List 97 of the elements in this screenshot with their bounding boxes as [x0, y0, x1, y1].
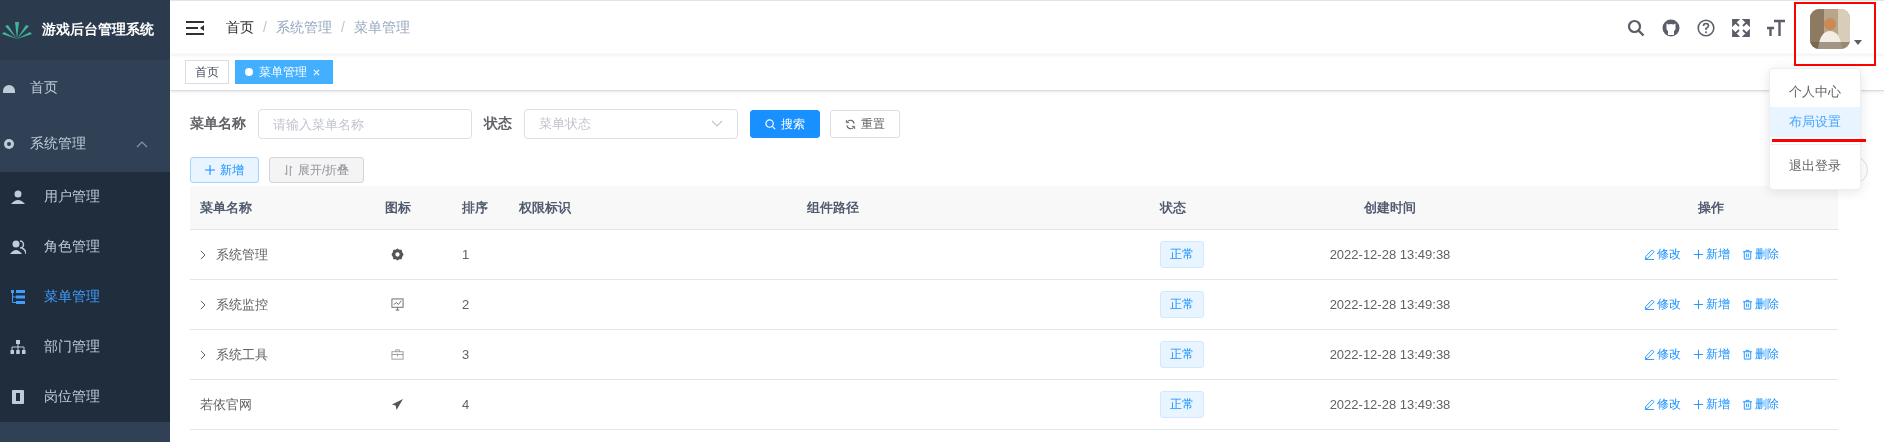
- expand-collapse-button[interactable]: 展开/折叠: [269, 157, 365, 183]
- search-icon: [765, 118, 776, 130]
- monitor-icon: [391, 298, 404, 311]
- add-link[interactable]: 新增: [1692, 396, 1730, 413]
- breadcrumb-separator: /: [340, 18, 345, 37]
- input-field[interactable]: 请输入菜单名称: [258, 109, 472, 139]
- menu-item[interactable]: 岗位管理: [0, 372, 170, 422]
- page-tab[interactable]: 首页: [185, 60, 229, 84]
- dropdown-item[interactable]: 退出登录: [1770, 144, 1860, 181]
- plus-icon: [1692, 399, 1704, 410]
- gear-icon: [391, 248, 404, 261]
- trash-icon: [1741, 249, 1753, 260]
- add-link[interactable]: 新增: [1692, 296, 1730, 313]
- search-button[interactable]: 搜索: [750, 110, 820, 138]
- menu-icon[interactable]: [186, 20, 204, 35]
- table-cell: 系统工具: [216, 345, 268, 364]
- column-header: 权限标识: [519, 198, 571, 217]
- toolbox-icon: [391, 348, 404, 361]
- trash-icon: [1741, 349, 1753, 360]
- add-link[interactable]: 新增: [1692, 346, 1730, 363]
- table-cell: 2: [462, 297, 470, 312]
- tree-icon: [10, 339, 26, 355]
- table-cell: 2022-12-28 13:49:38: [1329, 297, 1451, 312]
- breadcrumb-item[interactable]: 首页: [226, 18, 254, 37]
- plus-icon: [1692, 249, 1704, 260]
- delete-link[interactable]: 删除: [1741, 296, 1779, 313]
- menu-item[interactable]: 角色管理: [0, 222, 170, 272]
- breadcrumb-item: 系统管理: [275, 18, 332, 37]
- dropdown-item[interactable]: 个人中心: [1770, 77, 1860, 107]
- plus-icon: [1692, 299, 1704, 310]
- menu-item[interactable]: 部门管理: [0, 322, 170, 372]
- delete-link[interactable]: 删除: [1741, 396, 1779, 413]
- table-cell: 系统管理: [216, 245, 268, 264]
- column-header: 操作: [1698, 198, 1724, 217]
- table-cell: 1: [462, 247, 470, 262]
- status-tag: 正常: [1160, 341, 1204, 368]
- status-tag: 正常: [1160, 391, 1204, 418]
- id-card-icon: [10, 389, 26, 405]
- column-header: 组件路径: [806, 198, 859, 217]
- column-header: 菜单名称: [200, 198, 252, 217]
- edit-link[interactable]: 修改: [1643, 346, 1681, 363]
- table-cell: 系统监控: [216, 295, 268, 314]
- pencil-icon: [1643, 399, 1655, 410]
- table-cell: 4: [462, 397, 470, 412]
- app-title: 游戏后台管理系统: [42, 21, 154, 39]
- users-icon: [10, 239, 26, 255]
- refresh-icon: [845, 118, 856, 130]
- menu-item[interactable]: 用户管理: [0, 172, 170, 222]
- edit-link[interactable]: 修改: [1643, 396, 1681, 413]
- delete-link[interactable]: 删除: [1741, 346, 1779, 363]
- edit-link[interactable]: 修改: [1643, 246, 1681, 263]
- breadcrumb-separator: /: [263, 18, 267, 37]
- pencil-icon: [1643, 249, 1655, 260]
- chevron-down-icon: [711, 120, 723, 128]
- select-field[interactable]: 菜单状态: [524, 109, 738, 139]
- column-header: 图标: [384, 198, 411, 217]
- page-tab[interactable]: 菜单管理: [235, 60, 333, 84]
- reset-button[interactable]: 重置: [830, 110, 900, 138]
- trash-icon: [1741, 399, 1753, 410]
- pencil-icon: [1643, 349, 1655, 360]
- plant-logo-icon: [2, 20, 32, 40]
- sort-arrows-icon: [284, 164, 293, 176]
- menu-item[interactable]: 首页: [0, 60, 170, 116]
- fullscreen-icon[interactable]: [1732, 18, 1750, 37]
- edit-link[interactable]: 修改: [1643, 296, 1681, 313]
- add-button[interactable]: 新增: [190, 157, 259, 183]
- table-cell: 2022-12-28 13:49:38: [1329, 347, 1451, 362]
- plus-icon: [205, 165, 215, 175]
- trash-icon: [1741, 299, 1753, 310]
- search-icon[interactable]: [1627, 18, 1645, 37]
- paper-plane-icon: [391, 398, 404, 411]
- active-dot-icon: [245, 68, 253, 76]
- table-cell: 2022-12-28 13:49:38: [1329, 397, 1451, 412]
- plus-icon: [1692, 349, 1704, 360]
- pencil-icon: [1643, 299, 1655, 310]
- column-header: 排序: [462, 198, 488, 217]
- text-size-icon[interactable]: [1767, 18, 1785, 37]
- breadcrumb-item: 菜单管理: [353, 18, 410, 37]
- column-header: 状态: [1160, 198, 1186, 217]
- add-link[interactable]: 新增: [1692, 246, 1730, 263]
- menu-item[interactable]: 系统管理: [0, 116, 170, 172]
- caret-icon[interactable]: [1854, 39, 1862, 45]
- status-tag: 正常: [1160, 241, 1204, 268]
- delete-link[interactable]: 删除: [1741, 246, 1779, 263]
- table-cell: 2022-12-28 13:49:38: [1329, 247, 1451, 262]
- status-tag: 正常: [1160, 291, 1204, 318]
- help-icon[interactable]: [1697, 18, 1715, 37]
- table-cell: 若依官网: [200, 395, 252, 414]
- list-icon: [10, 289, 26, 305]
- field-label: 状态: [484, 115, 512, 133]
- menu-item[interactable]: 菜单管理: [0, 272, 170, 322]
- dropdown-item[interactable]: 布局设置: [1770, 107, 1860, 137]
- table-cell: 3: [462, 347, 470, 362]
- user-icon: [10, 189, 26, 205]
- column-header: 创建时间: [1364, 198, 1416, 217]
- github-icon[interactable]: [1662, 18, 1680, 37]
- field-label: 菜单名称: [190, 115, 246, 133]
